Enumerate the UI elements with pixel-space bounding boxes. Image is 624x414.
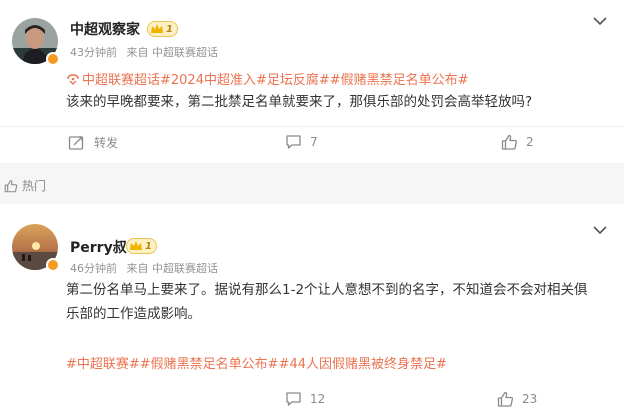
post-meta: 46分钟前 来自 中超联赛超话 [70, 260, 224, 276]
chevron-down-icon[interactable] [593, 16, 607, 26]
thumbs-up-outline-icon [4, 179, 18, 192]
post-source[interactable]: 来自 中超联赛超话 [127, 46, 219, 59]
comment-count: 12 [310, 392, 326, 406]
divider [0, 126, 624, 127]
topic-chain-icon [67, 73, 79, 85]
comment-icon [286, 392, 301, 406]
section-separator [0, 163, 624, 204]
like-count: 2 [526, 135, 534, 149]
post-text: 第二份名单马上要来了。据说有那么1-2个让人意想不到的名字，不知道会不会对相关俱… [66, 278, 606, 326]
hot-section-header: 热门 [0, 177, 46, 194]
comment-icon [286, 135, 301, 149]
post-time: 43分钟前 [70, 46, 117, 59]
post-source[interactable]: 来自 中超联赛超话 [127, 262, 219, 275]
level-badge[interactable]: 1 [147, 21, 178, 37]
username[interactable]: Perry叔 [70, 237, 127, 257]
hot-label: 热门 [22, 179, 47, 193]
level-badge[interactable]: 1 [126, 238, 157, 254]
post-card: Perry叔 1 46分钟前 来自 中超联赛超话 第二份名单马上要来了。据说有那… [0, 204, 624, 414]
comment-button[interactable]: 12 [285, 391, 325, 407]
crown-icon [130, 241, 142, 250]
thumbs-up-icon [501, 134, 517, 150]
comment-count: 7 [310, 135, 318, 149]
level-number: 1 [166, 23, 173, 35]
verified-badge-icon [46, 52, 60, 66]
post-text: 该来的早晚都要来，第二批禁足名单就要来了，那俱乐部的处罚会高举轻放吗? [66, 94, 533, 110]
post-text-line: 乐部的工作造成影响。 [66, 306, 201, 322]
topic-tags-text: #中超联赛##假赌黑禁足名单公布##44人因假赌黑被终身禁足# [66, 357, 447, 372]
repost-icon [68, 135, 84, 150]
repost-label: 转发 [94, 136, 119, 150]
username[interactable]: 中超观察家 [70, 19, 140, 39]
repost-button[interactable]: 转发 [68, 134, 118, 151]
crown-icon [151, 24, 163, 33]
thumbs-up-icon [497, 391, 513, 407]
level-number: 1 [145, 240, 152, 252]
post-card: 中超观察家 1 43分钟前 来自 中超联赛超话 中超联赛超话#2024中超准入#… [0, 0, 624, 163]
verified-badge-icon [46, 258, 60, 272]
chevron-down-icon[interactable] [593, 225, 607, 235]
post-time: 46分钟前 [70, 262, 117, 275]
like-button[interactable]: 23 [497, 391, 537, 407]
topic-tags[interactable]: 中超联赛超话#2024中超准入#足坛反腐##假赌黑禁足名单公布# [66, 69, 469, 88]
topic-tags-text: 中超联赛超话#2024中超准入#足坛反腐##假赌黑禁足名单公布# [82, 73, 469, 88]
comment-button[interactable]: 7 [285, 134, 318, 150]
like-button[interactable]: 2 [501, 134, 534, 150]
like-count: 23 [522, 392, 538, 406]
post-meta: 43分钟前 来自 中超联赛超话 [70, 44, 224, 60]
post-text-line: 第二份名单马上要来了。据说有那么1-2个让人意想不到的名字，不知道会不会对相关俱 [66, 282, 588, 298]
topic-tags[interactable]: #中超联赛##假赌黑禁足名单公布##44人因假赌黑被终身禁足# [66, 353, 447, 372]
